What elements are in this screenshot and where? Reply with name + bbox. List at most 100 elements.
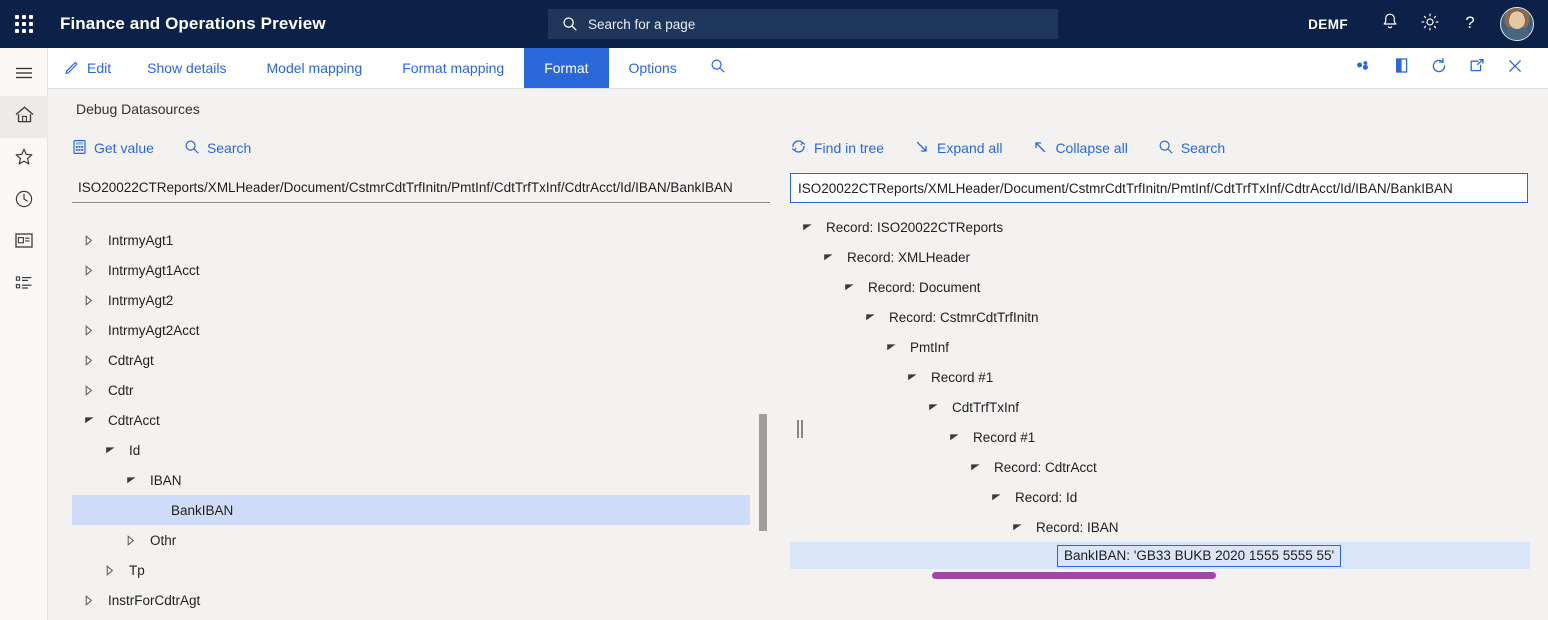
expand-all-button[interactable]: Expand all (914, 139, 1018, 158)
tree-node-label: PmtInf (900, 340, 949, 355)
open-in-office-button[interactable] (1382, 48, 1420, 89)
global-search-box[interactable]: Search for a page (548, 9, 1058, 39)
datasource-tree-node[interactable]: BankIBAN (72, 495, 750, 525)
datasource-tree-node[interactable]: InstrForCdtrAgt (72, 585, 772, 615)
settings-button[interactable] (1410, 0, 1450, 48)
chevron-right-icon[interactable] (80, 255, 98, 285)
chevron-down-icon[interactable] (122, 465, 140, 495)
page-title: Debug Datasources (76, 101, 200, 117)
get-value-button[interactable]: Get value (72, 139, 170, 158)
result-path-field[interactable]: ISO20022CTReports/XMLHeader/Document/Cst… (790, 173, 1528, 203)
notifications-button[interactable] (1370, 0, 1410, 48)
tab-model-mapping[interactable]: Model mapping (247, 48, 383, 88)
tree-node-label: IBAN (140, 473, 182, 488)
result-tree-node[interactable]: Record: ISO20022CTReports (790, 212, 1530, 242)
chevron-right-icon[interactable] (80, 585, 98, 615)
chevron-down-icon[interactable] (945, 422, 963, 452)
chevron-down-icon[interactable] (819, 242, 837, 272)
datasource-tree-node[interactable]: Othr (72, 525, 772, 555)
tree-node-label: IntrmyAgt2Acct (98, 323, 200, 338)
result-tree-toolbar: Find in tree Expand all (790, 131, 1548, 165)
result-tree-node[interactable]: CdtTrfTxInf (790, 392, 1530, 422)
datasource-tree-node[interactable]: Id (72, 435, 772, 465)
search-icon (562, 16, 578, 32)
result-tree-node[interactable]: Record: IBAN (790, 512, 1530, 542)
datasource-tree-node[interactable]: IntrmyAgt1 (72, 225, 772, 255)
company-selector[interactable]: DEMF (1308, 17, 1348, 32)
datasource-tree-node[interactable]: IntrmyAgt2Acct (72, 315, 772, 345)
chevron-right-icon[interactable] (80, 225, 98, 255)
chevron-down-icon[interactable] (966, 452, 984, 482)
chevron-down-icon[interactable] (80, 405, 98, 435)
close-icon (1506, 57, 1524, 80)
chevron-down-icon[interactable] (987, 482, 1005, 512)
chevron-down-icon[interactable] (882, 332, 900, 362)
result-tree-node[interactable]: Record: CstmrCdtTrfInitn (790, 302, 1530, 332)
selected-value-box[interactable]: BankIBAN: 'GB33 BUKB 2020 1555 5555 55' (1057, 545, 1341, 567)
datasource-tree-node[interactable]: IBAN (72, 465, 772, 495)
result-tree-node[interactable]: PmtInf (790, 332, 1530, 362)
chevron-down-icon[interactable] (101, 435, 119, 465)
chevron-down-icon[interactable] (861, 302, 879, 332)
result-tree-node[interactable]: Record #1 (790, 422, 1530, 452)
datasource-tree-node[interactable]: Tp (72, 555, 772, 585)
tree-node-label: IntrmyAgt2 (98, 293, 173, 308)
scrollbar-thumb[interactable] (759, 414, 767, 531)
sidebar-item-workspaces[interactable] (0, 222, 48, 264)
chevron-down-icon[interactable] (840, 272, 858, 302)
result-tree-node[interactable]: Record #1 (790, 362, 1530, 392)
tab-format[interactable]: Format (524, 48, 608, 88)
chevron-right-icon[interactable] (80, 285, 98, 315)
sidebar-item-recent[interactable] (0, 180, 48, 222)
sidebar-item-hamburger[interactable] (0, 54, 48, 96)
result-tree-node[interactable]: BankIBAN: 'GB33 BUKB 2020 1555 5555 55' (790, 542, 1530, 569)
chevron-down-icon[interactable] (903, 362, 921, 392)
tab-show-details[interactable]: Show details (127, 48, 246, 88)
result-tree-node[interactable]: Record: CdtrAcct (790, 452, 1530, 482)
chevron-down-icon[interactable] (924, 392, 942, 422)
result-tree-node[interactable]: Record: Id (790, 482, 1530, 512)
chevron-right-icon[interactable] (80, 315, 98, 345)
tab-options[interactable]: Options (609, 48, 697, 88)
help-button[interactable]: ? (1450, 0, 1490, 48)
chevron-right-icon (84, 265, 94, 276)
chevron-right-icon (84, 295, 94, 306)
app-launcher-button[interactable] (0, 0, 48, 48)
find-in-tree-button[interactable]: Find in tree (790, 138, 900, 158)
collapse-all-button[interactable]: Collapse all (1032, 139, 1143, 158)
datasources-toolbar: Get value Search (72, 131, 798, 165)
sidebar-item-home[interactable] (0, 96, 48, 138)
datasources-path-field[interactable]: ISO20022CTReports/XMLHeader/Document/Cst… (72, 173, 770, 203)
result-tree-node[interactable]: Record: XMLHeader (790, 242, 1530, 272)
datasource-tree-node[interactable]: CdtrAcct (72, 405, 772, 435)
sidebar-item-modules[interactable] (0, 264, 48, 306)
datasources-search-button[interactable]: Search (184, 139, 267, 158)
chevron-right-icon[interactable] (80, 375, 98, 405)
refresh-button[interactable] (1420, 48, 1458, 89)
datasources-tree-scrollbar[interactable] (758, 212, 768, 620)
datasources-tree: UltmtDbtrIntrmyAgt1IntrmyAgt1AcctIntrmyA… (72, 212, 772, 620)
command-bar-search-button[interactable] (697, 48, 739, 88)
result-tree-search-button[interactable]: Search (1158, 139, 1241, 158)
sidebar-item-favorites[interactable] (0, 138, 48, 180)
chevron-right-icon[interactable] (101, 555, 119, 585)
tab-format-mapping[interactable]: Format mapping (382, 48, 524, 88)
open-in-new-window-button[interactable] (1458, 48, 1496, 89)
edit-button[interactable]: Edit (48, 48, 127, 88)
chevron-down-icon[interactable] (798, 212, 816, 242)
tree-node-label: IntrmyAgt1 (98, 233, 173, 248)
close-button[interactable] (1496, 48, 1534, 89)
tree-node-label: Record: Id (1005, 490, 1077, 505)
chevron-right-icon[interactable] (122, 525, 140, 555)
datasource-tree-node[interactable]: CdtrAgt (72, 345, 772, 375)
chevron-down-icon[interactable] (1008, 512, 1026, 542)
arrow-up-left-icon (1032, 139, 1048, 158)
datasource-tree-node[interactable]: IntrmyAgt1Acct (72, 255, 772, 285)
datasource-tree-node[interactable]: Cdtr (72, 375, 772, 405)
result-tree-node[interactable]: Record: Document (790, 272, 1530, 302)
datasource-tree-node[interactable]: IntrmyAgt2 (72, 285, 772, 315)
tree-node-label: Record #1 (963, 430, 1035, 445)
avatar[interactable] (1500, 7, 1534, 41)
chevron-right-icon[interactable] (80, 345, 98, 375)
personalize-button[interactable] (1344, 48, 1382, 89)
